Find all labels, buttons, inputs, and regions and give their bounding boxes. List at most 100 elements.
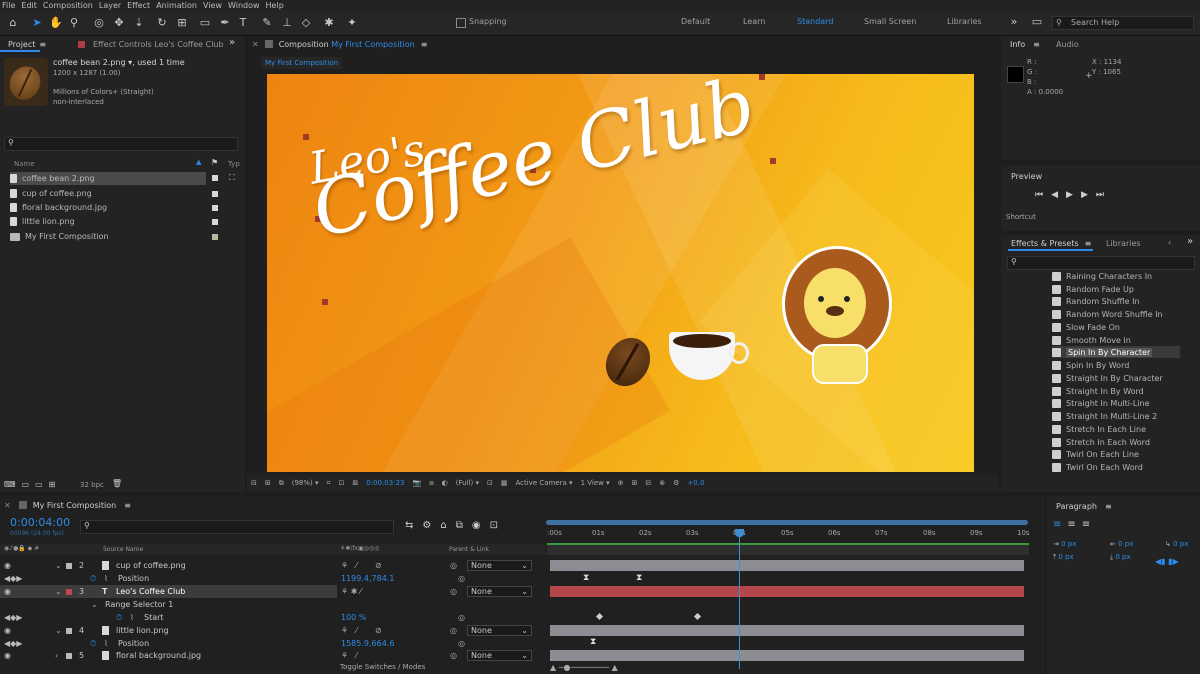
playhead-handle[interactable] (735, 529, 744, 537)
info-tab[interactable]: Info ≡ (1010, 37, 1040, 51)
last-frame-icon[interactable]: ⏭ (1096, 190, 1112, 200)
play-icon[interactable]: ▶ (1066, 190, 1081, 200)
search-help-input[interactable]: ⚲ Search Help (1052, 16, 1194, 30)
layer-switches[interactable]: ⚘ ⁄ ⊘ (341, 626, 382, 635)
fast-preview-icon[interactable]: ⊟ (645, 479, 651, 487)
expand-arrow-icon[interactable]: ⌄ (55, 626, 62, 635)
audio-tab[interactable]: Audio (1056, 37, 1079, 51)
clone-stamp-icon[interactable]: ⊥ (280, 16, 294, 30)
timeline-timecode[interactable]: 0:00:04:00 (10, 516, 70, 529)
parent-pickwhip-icon[interactable]: ◎ (450, 651, 457, 660)
rectangle-tool-icon[interactable]: ▭ (198, 16, 212, 30)
menu-layer[interactable]: Layer (99, 1, 121, 10)
composition-breadcrumb[interactable]: My First Composition (261, 57, 343, 69)
visibility-eye-icon[interactable]: ◉ (4, 651, 11, 660)
toggle-switches-modes[interactable]: Toggle Switches / Modes (340, 663, 425, 671)
stopwatch-icon[interactable]: ⏱ (116, 613, 122, 623)
timeline-search-input[interactable]: ⚲ (80, 520, 394, 534)
libraries-tab[interactable]: Libraries (1106, 236, 1141, 250)
label-color-swatch[interactable] (66, 562, 72, 569)
keyframe-nav-icon[interactable]: ◀◆▶ (4, 574, 22, 583)
sort-arrow-icon[interactable]: ▲ (196, 158, 201, 166)
layer-switches[interactable]: ⚘ ⁄ (341, 651, 357, 660)
indent-first-field[interactable]: ↳ 0 px (1165, 540, 1188, 548)
stopwatch-icon[interactable]: ⏱ (90, 639, 96, 649)
layer-duration-bar[interactable] (550, 625, 1024, 636)
rotate-tool-icon[interactable]: ↻ (155, 16, 169, 30)
workspace-small-screen[interactable]: Small Screen (864, 17, 916, 26)
preset-item[interactable]: Random Word Shuffle In (1052, 308, 1192, 320)
preset-item[interactable]: Random Fade Up (1052, 283, 1192, 295)
type-column-header[interactable]: Typ (228, 160, 240, 168)
puppet-tool-icon[interactable]: ✦ (345, 16, 359, 30)
panel-expand-icon[interactable]: » (229, 37, 235, 48)
name-column-header[interactable]: Name (14, 160, 35, 168)
selection-tool-icon[interactable]: ➤ (30, 16, 44, 30)
draft-3d-icon[interactable]: ⚙ (422, 520, 440, 531)
parent-pickwhip-icon[interactable]: ◎ (450, 626, 457, 635)
bpc-button[interactable]: 32 bpc (80, 481, 104, 489)
orbit-tool-icon[interactable]: ◎ (92, 16, 106, 30)
hand-tool-icon[interactable]: ✋ (49, 16, 63, 30)
playhead[interactable] (739, 529, 740, 669)
space-after-field[interactable]: ⤓ 0 px (1110, 553, 1131, 562)
render-icon[interactable]: ⊞ (632, 479, 638, 487)
effects-search-input[interactable]: ⚲ (1007, 256, 1195, 270)
layer-row[interactable]: ◉ ⌄ 4 little lion.png ⚘ ⁄ ⊘ ◎ None ⌄ (0, 624, 545, 637)
expand-arrow-icon[interactable]: ⌄ (55, 587, 62, 596)
layer-name[interactable]: floral background.jpg (116, 651, 201, 660)
color-channel-icon[interactable]: ◐ (442, 479, 448, 487)
pen-tool-icon[interactable]: ✒ (218, 16, 232, 30)
roi-icon[interactable]: ⊡ (487, 479, 493, 487)
align-center-icon[interactable]: ≡ (1067, 519, 1081, 530)
snapshot-icon[interactable]: 📷 (413, 479, 422, 487)
visibility-eye-icon[interactable]: ◉ (4, 561, 11, 570)
keyframe-nav-icon[interactable]: ◀◆▶ (4, 613, 22, 622)
zoom-dropdown[interactable]: (98%) ▾ (292, 479, 319, 487)
preset-item[interactable]: Straight In Multi-Line 2 (1052, 410, 1192, 422)
label-color-swatch[interactable] (66, 627, 72, 634)
prev-frame-icon[interactable]: ◀ (1051, 190, 1066, 200)
panel-menu-icon[interactable]: ‹ (1168, 238, 1171, 247)
snapping-checkbox[interactable] (456, 18, 466, 28)
menu-composition[interactable]: Composition (43, 1, 93, 10)
preset-item[interactable]: Spin In By Word (1052, 359, 1192, 371)
source-name-header[interactable]: Source Name (103, 546, 143, 553)
keyframe[interactable]: ⧗ (590, 637, 596, 647)
project-search-input[interactable]: ⚲ (4, 137, 238, 151)
layer-name[interactable]: little lion.png (116, 626, 169, 635)
exposure-reset-icon[interactable]: ⚙ (673, 479, 679, 487)
view-axes-icon[interactable]: ⊕ (618, 479, 624, 487)
label-column-icon[interactable]: ⚑ (211, 158, 218, 167)
more-workspaces-icon[interactable]: » (1007, 15, 1021, 29)
visibility-eye-icon[interactable]: ◉ (4, 587, 11, 596)
property-row[interactable]: ◀◆▶ ⏱ ⌇ Position 1199.4,784.1 ◎ (0, 572, 545, 585)
workspace-standard[interactable]: Standard (797, 17, 833, 26)
preset-item[interactable]: Stretch In Each Word (1052, 436, 1192, 448)
menu-animation[interactable]: Animation (156, 1, 197, 10)
eraser-tool-icon[interactable]: ◇ (299, 16, 313, 30)
project-item[interactable]: coffee bean 2.png (10, 172, 206, 185)
keyframe-nav-icon[interactable]: ◀◆▶ (4, 639, 22, 648)
property-value[interactable]: 1199.4,784.1 (341, 574, 394, 583)
preset-item[interactable]: Stretch In Each Line (1052, 423, 1192, 435)
layer-row[interactable]: ◉ › 5 floral background.jpg ⚘ ⁄ ◎ None ⌄ (0, 649, 545, 662)
project-item[interactable]: My First Composition (10, 230, 220, 243)
resolution-dropdown[interactable]: (Full) ▾ (456, 479, 479, 487)
property-row[interactable]: ◀◆▶ ⏱ ⌇ Start 100 % ◎ (0, 611, 545, 624)
parent-link-header[interactable]: Parent & Link (449, 546, 489, 553)
motion-blur-icon[interactable]: ◉ (472, 520, 490, 531)
preset-item[interactable]: Straight In By Character (1052, 372, 1192, 384)
keyframe[interactable]: ⧗ (583, 573, 589, 583)
graph-icon[interactable]: ⌇ (104, 574, 108, 583)
transparency-icon[interactable]: ⊠ (352, 479, 358, 487)
layer-name[interactable]: cup of coffee.png (116, 561, 186, 570)
indent-left-field[interactable]: ⇥ 0 px (1053, 540, 1076, 548)
label-color-swatch[interactable] (212, 204, 218, 211)
dolly-tool-icon[interactable]: ⇣ (132, 16, 146, 30)
graph-icon[interactable]: ⌇ (104, 639, 108, 648)
anchor-tool-icon[interactable]: ⊞ (175, 16, 189, 30)
effects-presets-tab[interactable]: Effects & Presets ≡ (1011, 236, 1091, 250)
text-direction-icons[interactable]: ◀▮ ▮▶ (1155, 557, 1179, 566)
next-frame-icon[interactable]: ▶ (1081, 190, 1096, 200)
